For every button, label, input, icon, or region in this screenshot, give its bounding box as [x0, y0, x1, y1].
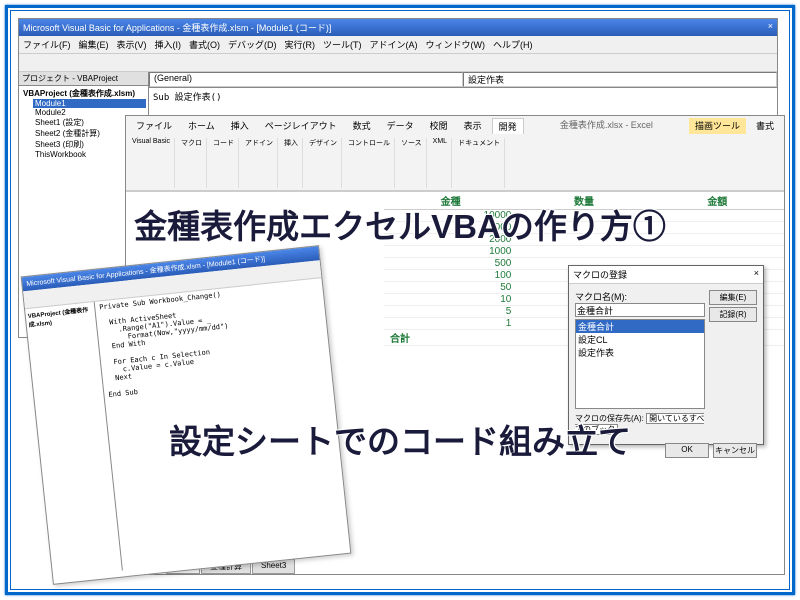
- menu-tools[interactable]: ツール(T): [323, 38, 362, 51]
- ribbon-tabs: ファイル ホーム 挿入 ページレイアウト 数式 データ 校閲 表示 開発 金種表…: [126, 116, 784, 136]
- close-icon[interactable]: ×: [768, 21, 773, 34]
- edit-button[interactable]: 編集(E): [709, 290, 757, 305]
- overlay-title-2: 設定シートでのコード組み立て: [0, 415, 800, 463]
- ribgroup-design[interactable]: デザイン: [305, 138, 342, 188]
- ribgroup-addins[interactable]: アドイン: [241, 138, 278, 188]
- macro-name-label: マクロ名(M):: [575, 290, 705, 303]
- object-dropdown[interactable]: (General): [149, 72, 463, 87]
- menu-file[interactable]: ファイル(F): [23, 38, 71, 51]
- ribgroup-document[interactable]: ドキュメント: [454, 138, 505, 188]
- macro-list-item[interactable]: 金種合計: [576, 320, 704, 333]
- ribgroup-controls: コントロール: [344, 138, 395, 188]
- menu-debug[interactable]: デバッグ(D): [228, 38, 277, 51]
- ribgroup-vb[interactable]: Visual Basic: [128, 138, 175, 188]
- tab-insert[interactable]: 挿入: [225, 118, 255, 134]
- tab-file[interactable]: ファイル: [130, 118, 178, 134]
- tab-drawingtools[interactable]: 描画ツール: [689, 118, 746, 134]
- tab-developer[interactable]: 開発: [492, 118, 524, 134]
- tab-pagelayout[interactable]: ページレイアウト: [259, 118, 343, 134]
- menu-insert[interactable]: 挿入(I): [155, 38, 182, 51]
- tab-review[interactable]: 校閲: [424, 118, 454, 134]
- macro-dialog-title: マクロの登録: [573, 268, 627, 281]
- project-explorer-title: プロジェクト - VBAProject: [19, 72, 148, 86]
- vbe-titlebar[interactable]: Microsoft Visual Basic for Applications …: [19, 19, 777, 36]
- tab-view[interactable]: 表示: [458, 118, 488, 134]
- tree-module1[interactable]: Module1: [33, 99, 146, 108]
- overlay-title-1: 金種表作成エクセルVBAの作り方①: [0, 200, 800, 248]
- menu-window[interactable]: ウィンドウ(W): [426, 38, 486, 51]
- ribbon-body: Visual Basic マクロ コード アドイン 挿入 デザイン コントロール…: [126, 136, 784, 191]
- menu-help[interactable]: ヘルプ(H): [493, 38, 533, 51]
- close-icon[interactable]: ×: [754, 268, 759, 281]
- ribgroup-macro[interactable]: マクロ: [177, 138, 207, 188]
- menu-format[interactable]: 書式(O): [189, 38, 220, 51]
- record-button[interactable]: 記録(R): [709, 307, 757, 322]
- tab-home[interactable]: ホーム: [182, 118, 221, 134]
- vbe2-tree-root[interactable]: VBAProject (金種表作成.xlsm): [27, 304, 94, 329]
- ribgroup-source[interactable]: ソース: [397, 138, 427, 188]
- menu-addins[interactable]: アドイン(A): [370, 38, 418, 51]
- ribgroup-xml: XML: [429, 138, 452, 188]
- vbe-menubar: ファイル(F) 編集(E) 表示(V) 挿入(I) 書式(O) デバッグ(D) …: [19, 36, 777, 54]
- menu-edit[interactable]: 編集(E): [79, 38, 109, 51]
- tab-format[interactable]: 書式: [750, 118, 780, 134]
- workbook-title: 金種表作成.xlsx - Excel: [528, 118, 685, 134]
- vbe-title: Microsoft Visual Basic for Applications …: [23, 21, 331, 34]
- macro-listbox[interactable]: 金種合計 設定CL 設定作表: [575, 319, 705, 409]
- tree-root[interactable]: VBAProject (金種表作成.xlsm): [21, 88, 146, 99]
- macro-list-item[interactable]: 設定CL: [576, 333, 704, 346]
- ribgroup-code: コード: [209, 138, 239, 188]
- procedure-dropdown[interactable]: 設定作表: [463, 72, 777, 87]
- macro-name-input[interactable]: [575, 303, 705, 317]
- tab-data[interactable]: データ: [381, 118, 420, 134]
- macro-list-item[interactable]: 設定作表: [576, 346, 704, 359]
- menu-view[interactable]: 表示(V): [117, 38, 147, 51]
- vbe-toolbar[interactable]: [19, 54, 777, 72]
- ribgroup-insert[interactable]: 挿入: [280, 138, 303, 188]
- tab-formulas[interactable]: 数式: [347, 118, 377, 134]
- menu-run[interactable]: 実行(R): [285, 38, 316, 51]
